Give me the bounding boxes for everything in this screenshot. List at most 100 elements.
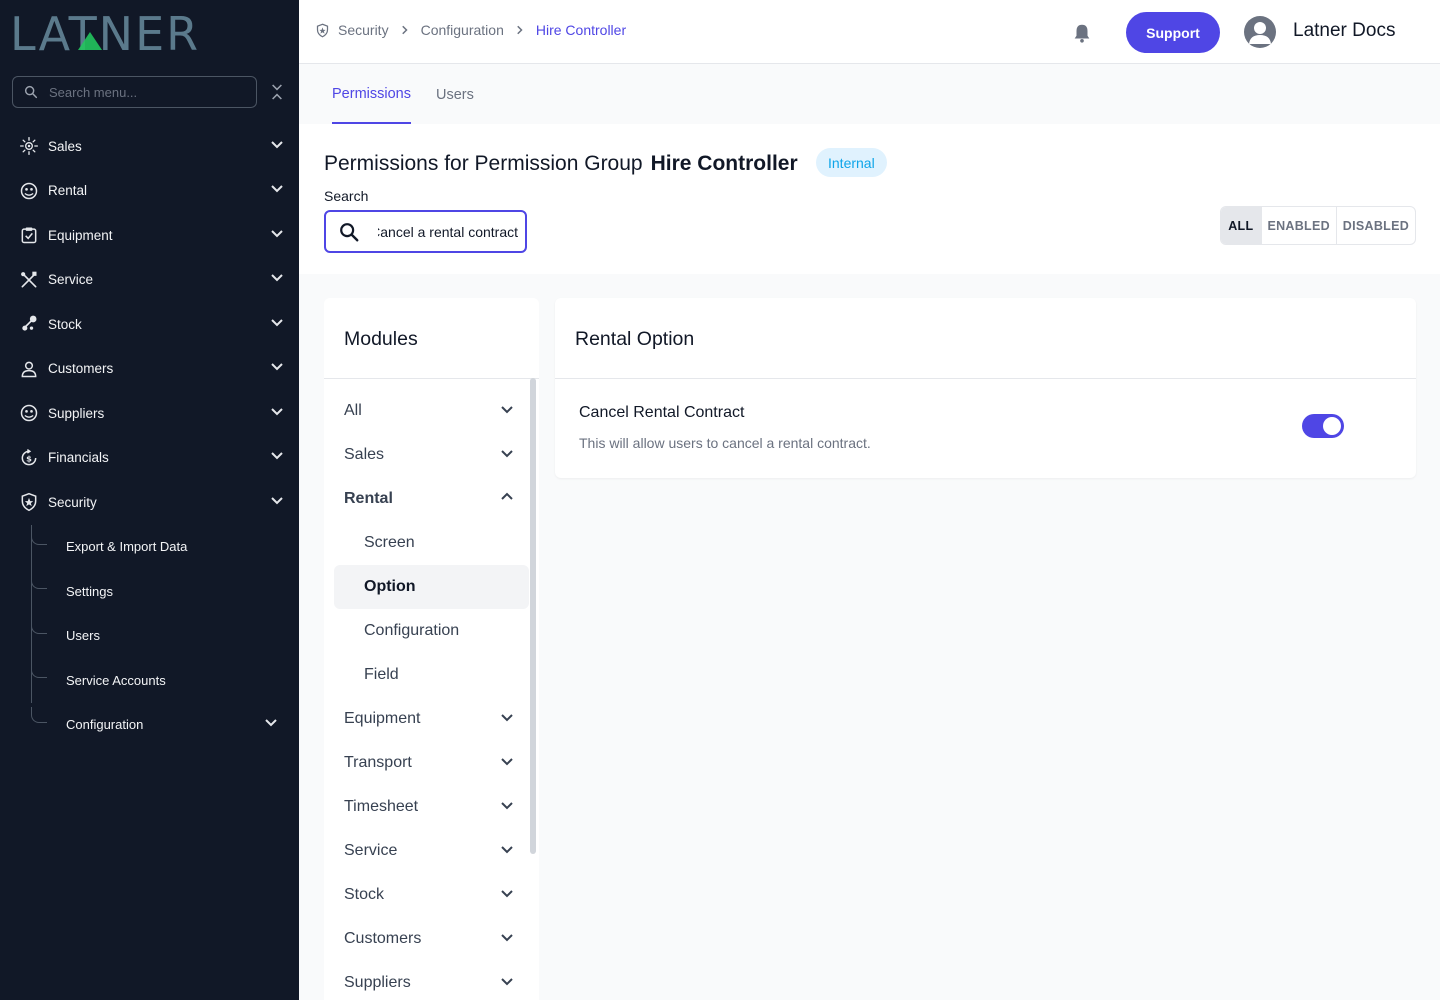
module-label: Stock (344, 886, 385, 903)
divider (324, 378, 539, 379)
financials-icon: $ (18, 447, 40, 469)
chevron-down-icon (269, 180, 285, 201)
sidebar-item-label: Customers (48, 361, 114, 377)
sidebar-subitem-settings[interactable]: Settings (0, 569, 299, 614)
module-rental-configuration[interactable]: Configuration (324, 609, 529, 653)
module-timesheet[interactable]: Timesheet (324, 785, 529, 829)
module-label: Sales (344, 446, 385, 463)
sidebar-item-service[interactable]: Service (0, 258, 299, 303)
user-name[interactable]: Latner Docs (1293, 20, 1395, 42)
breadcrumb-current: Hire Controller (535, 22, 627, 38)
tree-connector (31, 662, 47, 678)
breadcrumb-configuration[interactable]: Configuration (421, 22, 504, 38)
module-rental-field[interactable]: Field (324, 653, 529, 697)
module-rental-screen[interactable]: Screen (324, 521, 529, 565)
latner-logo: LATNER (10, 7, 198, 61)
tree-connector (31, 706, 47, 723)
breadcrumb-security[interactable]: Security (338, 22, 389, 38)
module-transport[interactable]: Transport (324, 741, 529, 785)
tree-connector (31, 528, 47, 545)
sidebar-item-customers[interactable]: Customers (0, 347, 299, 392)
tab-users[interactable]: Users (436, 65, 474, 124)
support-button[interactable]: Support (1126, 12, 1220, 53)
shield-icon (316, 23, 329, 37)
sidebar-subitem-users[interactable]: Users (0, 614, 299, 659)
module-service[interactable]: Service (324, 829, 529, 873)
sidebar-subitem-label: Users (66, 628, 100, 644)
avatar[interactable] (1244, 16, 1276, 48)
chevron-down-icon (269, 358, 285, 379)
notifications-button[interactable] (1071, 22, 1093, 44)
modules-title: Modules (344, 328, 418, 350)
module-equipment[interactable]: Equipment (324, 697, 529, 741)
module-label: All (344, 402, 362, 419)
sidebar-item-equipment[interactable]: Equipment (0, 213, 299, 258)
stock-icon (18, 313, 40, 335)
collapse-sidebar-button[interactable] (266, 80, 288, 104)
module-all[interactable]: All (324, 389, 529, 433)
tree-connector (31, 617, 47, 634)
module-label: Service (344, 842, 398, 859)
bell-icon (1074, 24, 1090, 43)
permission-search-input[interactable]: Cancel a rental contract (324, 210, 527, 253)
module-label: Suppliers (344, 974, 411, 991)
chevron-down-icon (499, 797, 515, 818)
tabs: Permissions Users (299, 65, 1440, 124)
sidebar-search[interactable] (12, 76, 257, 108)
sidebar-subitem-configuration[interactable]: Configuration (0, 703, 299, 748)
chevron-down-icon (499, 709, 515, 730)
permission-group-name: Hire Controller (650, 152, 798, 175)
search-icon (24, 85, 38, 99)
sidebar-subitem-label: Service Accounts (66, 672, 166, 688)
module-label: Rental (344, 490, 393, 507)
sidebar-item-financials[interactable]: $ Financials (0, 436, 299, 481)
module-suppliers[interactable]: Suppliers (324, 961, 529, 1000)
tree-connector (31, 573, 47, 589)
filter-all[interactable]: ALL (1221, 207, 1261, 244)
module-sales[interactable]: Sales (324, 433, 529, 477)
modules-scrollbar[interactable] (530, 378, 536, 854)
chevron-down-icon (499, 401, 515, 422)
sidebar-item-stock[interactable]: Stock (0, 302, 299, 347)
chevron-down-icon (263, 714, 279, 735)
search-value[interactable]: Cancel a rental contract (378, 224, 518, 240)
sidebar-item-label: Rental (48, 183, 88, 199)
sidebar-item-suppliers[interactable]: Suppliers (0, 391, 299, 436)
top-bar: Security Configuration Hire Controller S… (299, 0, 1440, 64)
module-label: Equipment (344, 710, 421, 727)
sidebar-item-sales[interactable]: Sales (0, 124, 299, 169)
module-label: Transport (344, 754, 412, 771)
sidebar: LATNER Sales Rental Equipment Service (0, 0, 299, 1000)
breadcrumb: Security Configuration Hire Controller (315, 22, 626, 38)
panel-title: Rental Option (575, 328, 695, 350)
status-filter: ALL ENABLED DISABLED (1220, 206, 1416, 245)
sidebar-subitem-service-accounts[interactable]: Service Accounts (0, 658, 299, 703)
sidebar-item-rental[interactable]: Rental (0, 169, 299, 214)
chevron-right-icon (514, 24, 526, 36)
modules-panel: Modules All Sales Rental Screen Option C… (324, 298, 539, 1000)
tab-permissions[interactable]: Permissions (332, 65, 411, 124)
chevron-down-icon (269, 225, 285, 246)
filter-enabled[interactable]: ENABLED (1260, 207, 1336, 244)
sidebar-item-security[interactable]: Security (0, 480, 299, 525)
chevron-down-icon (269, 492, 285, 513)
module-rental[interactable]: Rental (324, 477, 529, 521)
module-rental-option[interactable]: Option (334, 565, 529, 609)
chevron-down-icon (269, 403, 285, 424)
module-customers[interactable]: Customers (324, 917, 529, 961)
sidebar-item-label: Service (48, 272, 94, 288)
sidebar-search-input[interactable] (49, 84, 239, 100)
sidebar-item-label: Suppliers (48, 405, 105, 421)
module-stock[interactable]: Stock (324, 873, 529, 917)
service-icon (18, 269, 40, 291)
permission-toggle[interactable] (1302, 414, 1344, 438)
sidebar-subitem-export-import[interactable]: Export & Import Data (0, 525, 299, 570)
sidebar-subitem-label: Configuration (66, 717, 144, 733)
chevron-down-icon (269, 314, 285, 335)
chevron-up-icon (499, 489, 515, 510)
filter-disabled[interactable]: DISABLED (1335, 207, 1415, 244)
chevron-right-icon (399, 24, 411, 36)
shield-icon (18, 491, 40, 513)
permissions-header: Permissions for Permission Group Hire Co… (299, 124, 1440, 274)
chevron-down-icon (269, 136, 285, 157)
